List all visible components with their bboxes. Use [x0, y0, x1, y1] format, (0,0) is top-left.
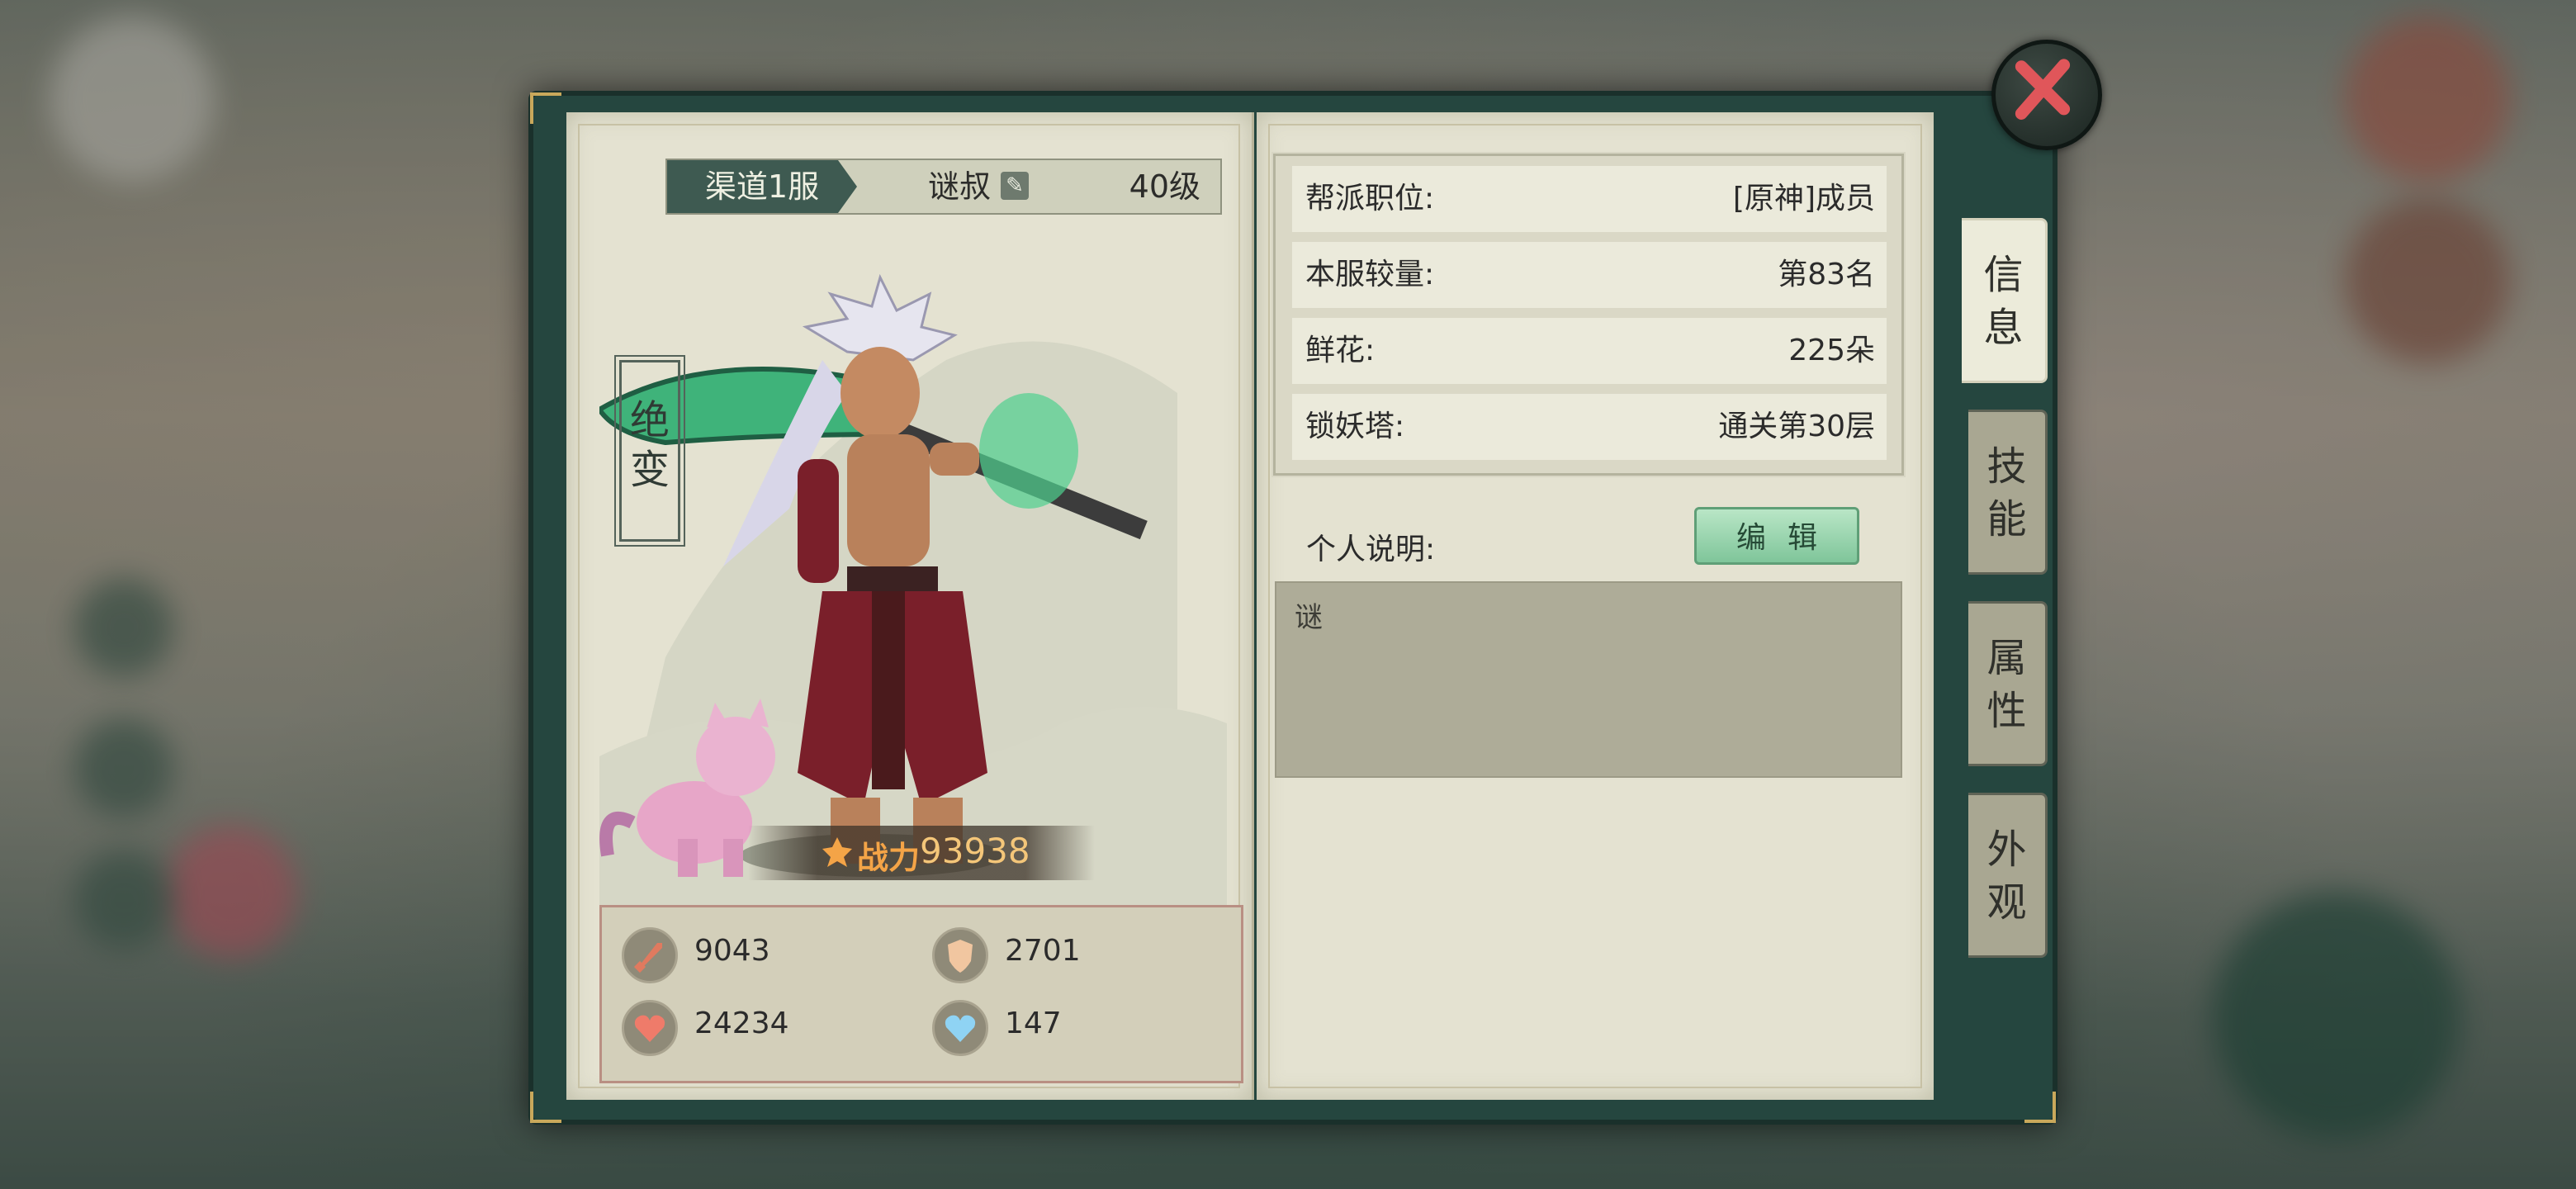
- close-icon: [2015, 59, 2071, 120]
- info-row-flowers: 鲜花: 225朵: [1292, 318, 1887, 384]
- player-info-book: 渠道1服 谜叔 ✎ 40级 绝变 战力 93938 9043 2701 2423…: [528, 91, 2057, 1125]
- info-row-server-rank: 本服较量: 第83名: [1292, 242, 1887, 308]
- info-row-guild: 帮派职位: [原神]成员: [1292, 166, 1887, 232]
- sword-icon: [622, 927, 678, 983]
- tab-attributes[interactable]: 属性: [1968, 601, 2048, 766]
- server-name: 渠道1服: [667, 160, 857, 213]
- description-label: 个人说明:: [1306, 533, 1436, 566]
- combat-power: 战力 93938: [748, 826, 1095, 880]
- player-name: 谜叔: [928, 168, 992, 205]
- mana-heart-icon: [932, 1000, 988, 1056]
- tab-appearance[interactable]: 外观: [1968, 793, 2048, 958]
- title-seal: 绝变: [614, 355, 685, 547]
- edit-name-icon[interactable]: ✎: [1001, 172, 1029, 200]
- corner-ornament: [530, 1092, 561, 1123]
- corner-ornament: [2024, 1092, 2056, 1123]
- stats-panel: 9043 2701 24234 147: [599, 905, 1243, 1083]
- player-level: 40级: [1129, 168, 1200, 205]
- info-table: 帮派职位: [原神]成员 本服较量: 第83名 鲜花: 225朵 锁妖塔: 通关…: [1271, 152, 1906, 477]
- tab-info[interactable]: 信息: [1962, 218, 2048, 383]
- close-button[interactable]: [1991, 40, 2102, 150]
- power-emblem-icon: [822, 837, 852, 867]
- power-label: 战力: [857, 840, 921, 876]
- power-value: 93938: [920, 831, 1030, 871]
- description-text: 谜: [1295, 601, 1323, 634]
- corner-ornament: [530, 92, 561, 124]
- character-page: 渠道1服 谜叔 ✎ 40级 绝变 战力 93938 9043 2701 2423…: [566, 112, 1254, 1100]
- player-header: 渠道1服 谜叔 ✎ 40级: [665, 159, 1222, 215]
- shield-icon: [932, 927, 988, 983]
- heart-icon: [622, 1000, 678, 1056]
- description-box: 谜: [1275, 581, 1902, 778]
- tab-skills[interactable]: 技能: [1968, 410, 2048, 575]
- info-page: 帮派职位: [原神]成员 本服较量: 第83名 鲜花: 225朵 锁妖塔: 通关…: [1257, 112, 1934, 1100]
- info-row-demon-tower: 锁妖塔: 通关第30层: [1292, 394, 1887, 460]
- edit-description-button[interactable]: 编辑: [1694, 507, 1859, 565]
